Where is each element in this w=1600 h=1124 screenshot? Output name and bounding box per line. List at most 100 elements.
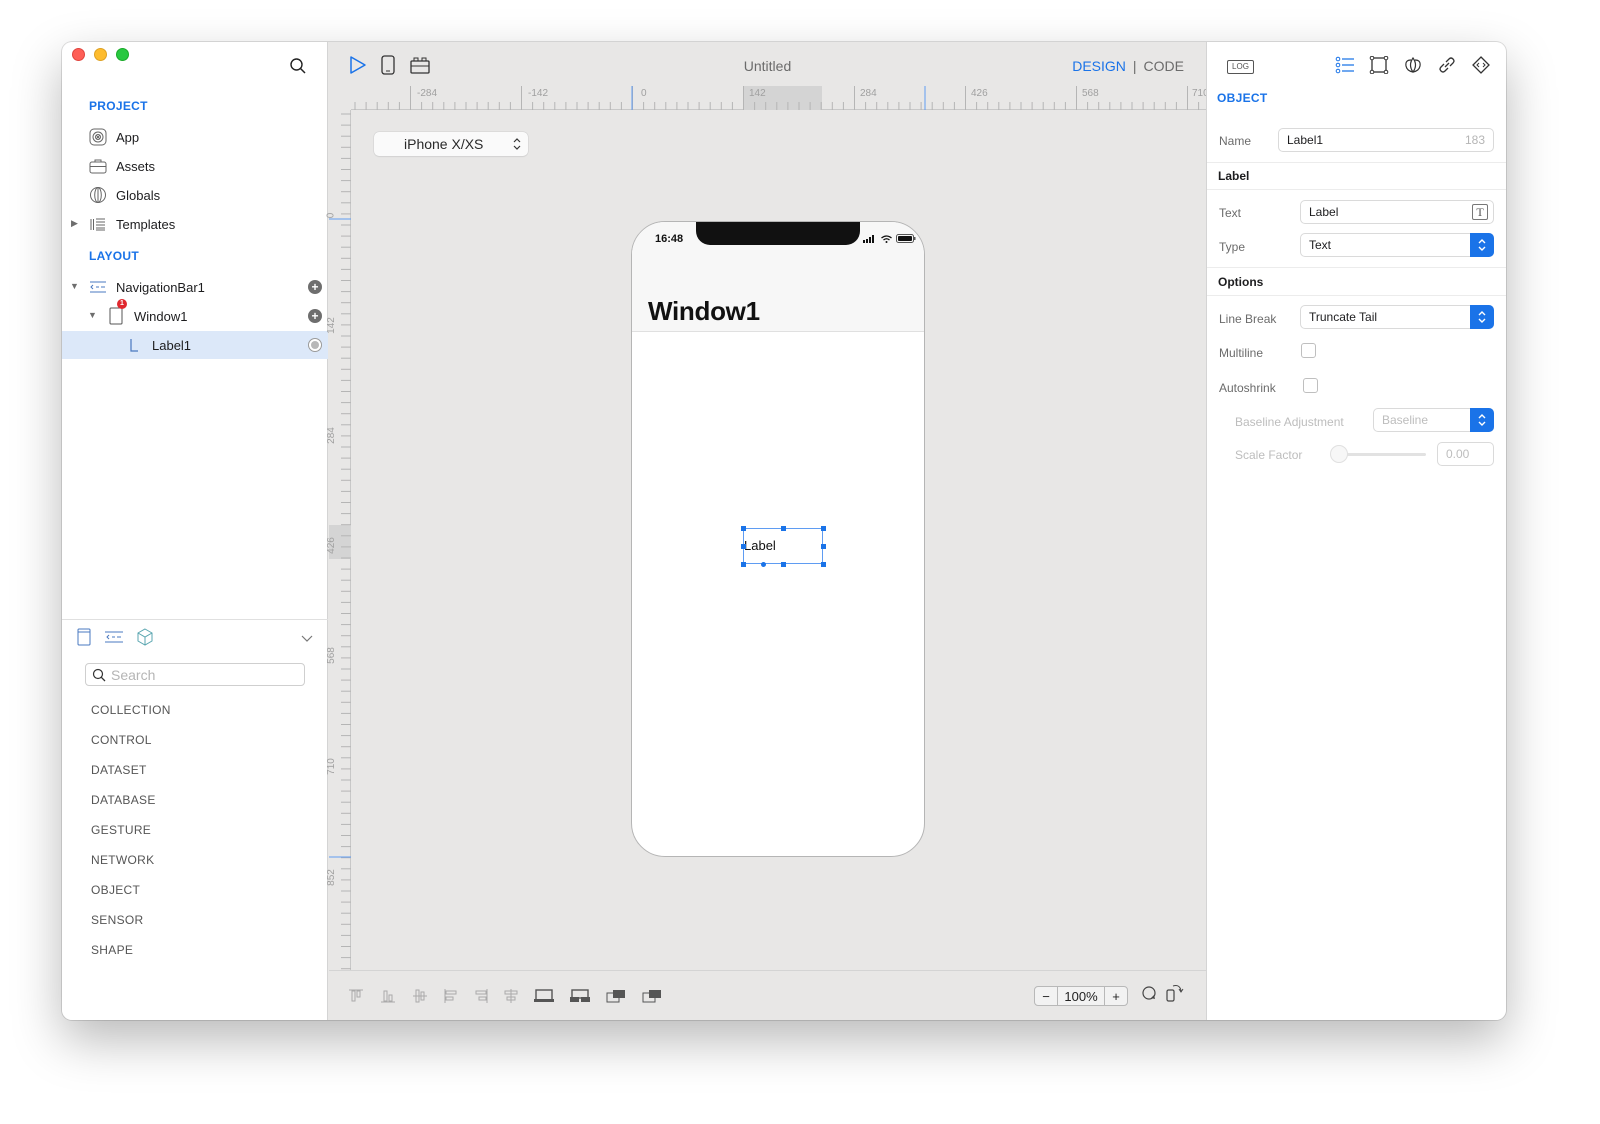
divider [1207, 162, 1506, 163]
device-select-value: iPhone X/XS [404, 136, 484, 152]
send-backward-icon[interactable] [641, 988, 663, 1009]
align-left-icon[interactable] [443, 987, 459, 1010]
design-mode-tab[interactable]: DESIGN [1072, 58, 1126, 74]
disclosure-down-icon[interactable]: ▼ [70, 281, 80, 291]
library-tab-navigation-icon[interactable] [104, 628, 124, 651]
library-category[interactable]: CONTROL [91, 733, 152, 747]
library-category[interactable]: SHAPE [91, 943, 133, 957]
left-sidebar: PROJECT App Assets Globals ▶ Templates L… [62, 42, 328, 1020]
scale-factor-slider-knob[interactable] [1330, 445, 1348, 463]
align-right-icon[interactable] [473, 987, 489, 1010]
library-category[interactable]: GESTURE [91, 823, 151, 837]
add-child-button[interactable]: + [308, 280, 322, 294]
text-value: Label [1309, 205, 1339, 219]
type-value: Text [1309, 238, 1332, 252]
search-icon[interactable] [289, 57, 307, 75]
link-tab-icon[interactable] [1437, 56, 1457, 79]
name-field[interactable]: Label1 183 [1278, 128, 1494, 152]
resize-handle[interactable] [741, 544, 746, 549]
alignment-tools [347, 987, 663, 1010]
multiline-checkbox[interactable] [1301, 343, 1316, 358]
frame-tab-icon[interactable] [1369, 55, 1389, 79]
shape-icon[interactable] [1141, 985, 1157, 1006]
layout-section-title: LAYOUT [89, 249, 140, 263]
device-select[interactable]: iPhone X/XS [374, 132, 528, 156]
baseline-value: Baseline [1382, 413, 1429, 427]
library-category[interactable]: DATABASE [91, 793, 156, 807]
phone-navigation-bar[interactable]: 16:48 Window1 [632, 222, 924, 332]
library-category[interactable]: DATASET [91, 763, 147, 777]
design-canvas-area: Untitled DESIGN | CODE -284 -142 0 142 2… [325, 42, 1209, 1020]
type-select[interactable]: Text [1300, 233, 1494, 257]
scale-factor-slider-track[interactable] [1335, 453, 1426, 456]
resize-handle[interactable] [821, 526, 826, 531]
project-item-app[interactable]: App [62, 123, 328, 151]
library-category[interactable]: NETWORK [91, 853, 154, 867]
text-format-icon[interactable]: T [1472, 204, 1488, 220]
nav-title: Window1 [648, 296, 760, 326]
zoom-out-button[interactable]: − [1035, 987, 1057, 1005]
properties-tab-icon[interactable] [1335, 56, 1355, 79]
library-category[interactable]: OBJECT [91, 883, 140, 897]
add-child-button[interactable]: + [308, 309, 322, 323]
updown-chevron-icon [1470, 233, 1494, 257]
align-top-icon[interactable] [347, 988, 365, 1009]
selected-label-element[interactable]: Label [741, 526, 826, 567]
zoom-window-button[interactable] [116, 48, 129, 61]
library-search-input[interactable] [111, 666, 291, 683]
baseline-handle[interactable] [761, 562, 766, 567]
rotate-device-icon[interactable] [1165, 983, 1185, 1008]
briefcase-icon [88, 156, 108, 176]
resize-handle[interactable] [821, 544, 826, 549]
autoshrink-checkbox[interactable] [1303, 378, 1318, 393]
library-category[interactable]: COLLECTION [91, 703, 171, 717]
library-tab-windows-icon[interactable] [76, 628, 92, 651]
ruler-label: 568 [1082, 88, 1099, 99]
layout-item-navigationbar1[interactable]: ▼ NavigationBar1 + [62, 273, 328, 301]
scale-factor-field[interactable]: 0.00 [1437, 442, 1494, 466]
ruler-label: -142 [528, 88, 549, 99]
project-item-label: Templates [116, 216, 176, 232]
library-category[interactable]: SENSOR [91, 913, 143, 927]
status-time: 16:48 [655, 233, 684, 245]
selection-indicator[interactable] [308, 338, 322, 352]
line-break-select[interactable]: Truncate Tail [1300, 305, 1494, 329]
ruler-label: 0 [325, 212, 337, 219]
library-search-field[interactable] [85, 663, 305, 686]
project-item-globals[interactable]: Globals [62, 181, 328, 209]
align-vertical-center-icon[interactable] [411, 988, 429, 1009]
project-item-templates[interactable]: ▶ Templates [62, 210, 328, 238]
text-field[interactable]: Label T [1300, 200, 1494, 224]
minimize-window-button[interactable] [94, 48, 107, 61]
code-tab-icon[interactable] [1471, 56, 1491, 79]
resize-handle[interactable] [781, 562, 786, 567]
resize-handle[interactable] [781, 526, 786, 531]
resize-handle[interactable] [741, 526, 746, 531]
close-window-button[interactable] [72, 48, 85, 61]
disclosure-right-icon[interactable]: ▶ [71, 218, 81, 228]
embed-in-view-icon[interactable] [533, 988, 555, 1009]
disclosure-down-icon[interactable]: ▼ [88, 310, 98, 320]
baseline-adjustment-select[interactable]: Baseline [1373, 408, 1494, 432]
code-mode-tab[interactable]: CODE [1144, 58, 1184, 74]
project-item-assets[interactable]: Assets [62, 152, 328, 180]
inspector-panel: LOG OBJECT Name Label1 183 Label Text La… [1206, 42, 1506, 1020]
project-section-title: PROJECT [89, 99, 148, 113]
chevron-down-icon[interactable] [300, 631, 314, 649]
bottom-toolbar: − 100% + [329, 970, 1206, 1020]
zoom-in-button[interactable]: + [1105, 987, 1127, 1005]
align-bottom-icon[interactable] [379, 988, 397, 1009]
library-tab-objects-icon[interactable] [136, 628, 154, 651]
layout-item-window1[interactable]: ▼ 1 Window1 + [62, 299, 328, 330]
bring-forward-icon[interactable] [605, 988, 627, 1009]
embed-in-stack-icon[interactable] [569, 988, 591, 1009]
ruler-label: 852 [325, 869, 337, 886]
resize-handle[interactable] [741, 562, 746, 567]
style-tab-icon[interactable] [1403, 56, 1423, 79]
search-icon [92, 668, 106, 681]
align-horizontal-center-icon[interactable] [503, 987, 519, 1010]
log-button[interactable]: LOG [1227, 60, 1254, 74]
layout-item-label1[interactable]: Label1 [62, 331, 328, 359]
resize-handle[interactable] [821, 562, 826, 567]
label-icon [124, 335, 144, 355]
